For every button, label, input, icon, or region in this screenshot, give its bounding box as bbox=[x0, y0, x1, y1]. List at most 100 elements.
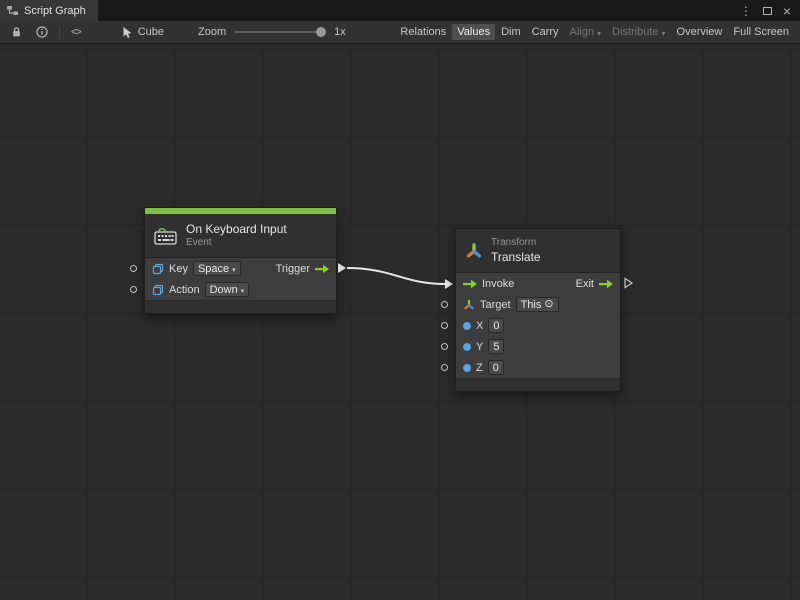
y-input-port[interactable] bbox=[441, 343, 448, 350]
values-button[interactable]: Values bbox=[452, 24, 495, 40]
x-value-field[interactable]: 0 bbox=[488, 318, 504, 333]
chevron-down-icon: ▾ bbox=[597, 29, 601, 38]
code-icon[interactable]: <> bbox=[64, 21, 88, 43]
value-port-icon bbox=[152, 263, 164, 275]
x-input-port[interactable] bbox=[441, 322, 448, 329]
node-header[interactable]: Transform Translate bbox=[456, 229, 620, 273]
relations-button[interactable]: Relations bbox=[395, 24, 451, 40]
chevron-down-icon: ▾ bbox=[241, 287, 245, 295]
toolbar-separator bbox=[59, 26, 60, 39]
node-subtitle: Event bbox=[186, 237, 287, 249]
tab-bar: Script Graph ⋮ × bbox=[0, 0, 800, 21]
graph-object-label: Cube bbox=[138, 26, 164, 38]
script-graph-window: Script Graph ⋮ × <> Cube Zoom 1x bbox=[0, 0, 800, 600]
action-input-port[interactable] bbox=[130, 286, 137, 293]
exit-output-port[interactable] bbox=[624, 277, 633, 289]
node-footer bbox=[456, 378, 620, 391]
z-input-port[interactable] bbox=[441, 364, 448, 371]
value-port-icon bbox=[152, 284, 164, 296]
graph-icon bbox=[6, 5, 19, 17]
invoke-label: Invoke bbox=[482, 278, 514, 290]
target-icon: ⊙ bbox=[544, 299, 553, 310]
zoom-slider-handle[interactable] bbox=[316, 27, 326, 37]
z-row: Z 0 bbox=[456, 357, 620, 378]
close-icon[interactable]: × bbox=[783, 4, 791, 18]
node-footer bbox=[145, 300, 336, 313]
z-label: Z bbox=[476, 362, 483, 374]
flow-arrow-icon bbox=[463, 279, 477, 289]
trigger-label: Trigger bbox=[276, 263, 310, 275]
number-port-icon bbox=[463, 364, 471, 372]
info-icon[interactable] bbox=[29, 21, 55, 43]
chevron-down-icon: ▾ bbox=[232, 266, 236, 274]
target-row: Target This ⊙ bbox=[456, 294, 620, 315]
key-input-port[interactable] bbox=[130, 265, 137, 272]
target-value: This bbox=[521, 299, 542, 311]
y-label: Y bbox=[476, 341, 483, 353]
y-row: Y 5 bbox=[456, 336, 620, 357]
node-title: Translate bbox=[491, 250, 541, 264]
zoom-slider[interactable] bbox=[234, 31, 326, 33]
dim-label: Dim bbox=[501, 26, 521, 38]
x-row: X 0 bbox=[456, 315, 620, 336]
target-label: Target bbox=[480, 299, 511, 311]
align-label: Align bbox=[570, 26, 594, 38]
flow-arrow-icon bbox=[599, 279, 613, 289]
carry-button[interactable]: Carry bbox=[527, 24, 564, 40]
exit-label: Exit bbox=[576, 278, 594, 290]
overview-button[interactable]: Overview bbox=[672, 24, 728, 40]
transform-mini-icon bbox=[463, 299, 475, 311]
node-translate[interactable]: Transform Translate Invoke Exit bbox=[455, 228, 621, 392]
fullscreen-label: Full Screen bbox=[733, 26, 789, 38]
node-category: Transform bbox=[491, 237, 541, 249]
trigger-output-port[interactable] bbox=[338, 263, 346, 273]
z-value: 0 bbox=[493, 362, 499, 374]
tab-script-graph[interactable]: Script Graph bbox=[0, 0, 98, 21]
dim-button[interactable]: Dim bbox=[496, 24, 526, 40]
graph-canvas[interactable]: On Keyboard Input Event Key Space ▾ Trig… bbox=[0, 44, 800, 600]
distribute-label: Distribute bbox=[612, 26, 658, 38]
action-dropdown-value: Down bbox=[210, 284, 238, 296]
carry-label: Carry bbox=[532, 26, 559, 38]
action-dropdown[interactable]: Down ▾ bbox=[205, 282, 250, 297]
transform-icon bbox=[465, 242, 483, 260]
connection-arrowhead bbox=[445, 279, 453, 289]
zoom-control: Zoom 1x bbox=[198, 26, 346, 38]
key-dropdown[interactable]: Space ▾ bbox=[193, 261, 241, 276]
connections-layer bbox=[0, 44, 800, 600]
number-port-icon bbox=[463, 322, 471, 330]
x-label: X bbox=[476, 320, 483, 332]
action-row: Action Down ▾ bbox=[145, 279, 336, 300]
key-label: Key bbox=[169, 263, 188, 275]
y-value-field[interactable]: 5 bbox=[488, 339, 504, 354]
flow-arrow-icon bbox=[315, 264, 329, 274]
lock-icon[interactable] bbox=[4, 21, 29, 43]
keyboard-icon bbox=[154, 226, 178, 245]
overview-label: Overview bbox=[677, 26, 723, 38]
zoom-label: Zoom bbox=[198, 26, 226, 38]
target-value-chip[interactable]: This ⊙ bbox=[516, 297, 559, 312]
menu-icon[interactable]: ⋮ bbox=[740, 5, 752, 17]
y-value: 5 bbox=[493, 341, 499, 353]
z-value-field[interactable]: 0 bbox=[488, 360, 504, 375]
number-port-icon bbox=[463, 343, 471, 351]
key-dropdown-value: Space bbox=[198, 263, 229, 275]
window-controls: ⋮ × bbox=[731, 0, 800, 21]
graph-object-breadcrumb[interactable]: Cube bbox=[122, 26, 164, 39]
maximize-icon[interactable] bbox=[763, 7, 772, 15]
invoke-exit-row: Invoke Exit bbox=[456, 273, 620, 294]
fullscreen-button[interactable]: Full Screen bbox=[728, 24, 794, 40]
target-input-port[interactable] bbox=[441, 301, 448, 308]
distribute-button[interactable]: Distribute ▾ bbox=[607, 24, 670, 40]
graph-toolbar: <> Cube Zoom 1x Relations Values Dim Car… bbox=[0, 21, 800, 44]
pointer-icon bbox=[122, 26, 133, 39]
connection-wire[interactable] bbox=[347, 268, 445, 284]
node-header[interactable]: On Keyboard Input Event bbox=[145, 214, 336, 258]
key-row: Key Space ▾ Trigger bbox=[145, 258, 336, 279]
action-label: Action bbox=[169, 284, 200, 296]
toolbar-buttons: Relations Values Dim Carry Align ▾ Distr… bbox=[395, 24, 796, 40]
align-button[interactable]: Align ▾ bbox=[565, 24, 606, 40]
node-on-keyboard-input[interactable]: On Keyboard Input Event Key Space ▾ Trig… bbox=[144, 207, 337, 314]
zoom-value: 1x bbox=[334, 26, 346, 38]
relations-label: Relations bbox=[400, 26, 446, 38]
